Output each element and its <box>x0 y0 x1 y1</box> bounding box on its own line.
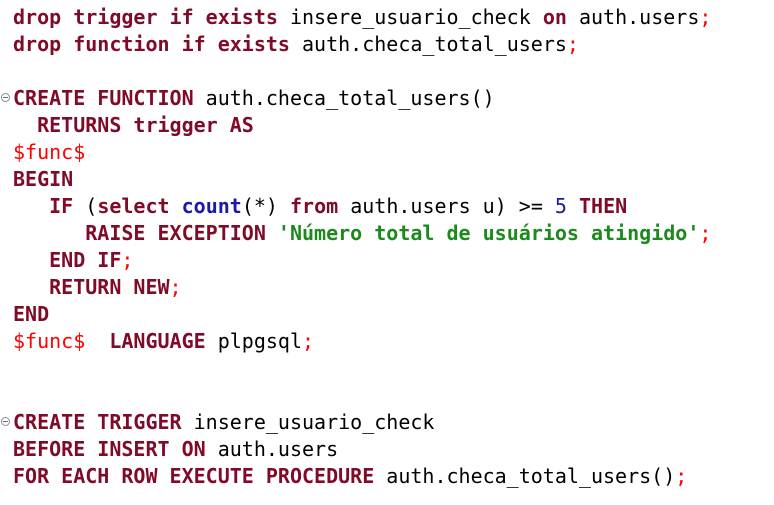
code-token: (*) <box>241 194 290 218</box>
code-token: $func$ <box>13 329 86 353</box>
code-line[interactable]: END IF; <box>0 247 774 274</box>
code-line[interactable]: END <box>0 301 774 328</box>
code-line[interactable]: RAISE EXCEPTION 'Número total de usuário… <box>0 220 774 247</box>
code-line[interactable] <box>0 58 774 85</box>
code-token: CREATE TRIGGER <box>13 410 182 434</box>
code-token: ; <box>675 464 688 488</box>
code-token: 5 <box>554 194 567 218</box>
code-token: ; <box>169 275 182 299</box>
collapse-icon[interactable] <box>1 417 10 426</box>
code-token: auth.checa_total_users <box>289 32 567 56</box>
code-token: RAISE EXCEPTION <box>85 221 266 245</box>
sql-editor[interactable]: drop trigger if exists insere_usuario_ch… <box>0 0 774 505</box>
code-line[interactable]: RETURN NEW; <box>0 274 774 301</box>
code-line[interactable]: BEGIN <box>0 166 774 193</box>
code-line[interactable]: IF (select count(*) from auth.users u) >… <box>0 193 774 220</box>
code-line[interactable]: RETURNS trigger AS <box>0 112 774 139</box>
code-token: 'Número total de usuários atingido' <box>277 221 700 245</box>
code-token: insere_usuario_check <box>277 5 543 29</box>
code-token: BEFORE INSERT ON <box>13 437 206 461</box>
code-line[interactable]: CREATE FUNCTION auth.checa_total_users() <box>0 85 774 112</box>
code-token: auth.checa_total_users() <box>193 86 495 110</box>
code-line[interactable] <box>0 382 774 409</box>
code-line[interactable]: $func$ LANGUAGE plpgsql; <box>0 328 774 355</box>
code-token: count <box>181 194 242 218</box>
code-token: ( <box>73 194 98 218</box>
code-token: END IF <box>49 248 122 272</box>
code-token: auth.checa_total_users() <box>374 464 676 488</box>
code-token: auth.users u) >= <box>338 194 555 218</box>
code-line[interactable] <box>0 355 774 382</box>
code-token: on <box>542 5 567 29</box>
code-token: $func$ <box>13 140 86 164</box>
code-token: drop function if exists <box>13 32 290 56</box>
code-token: ; <box>699 5 712 29</box>
code-line[interactable]: $func$ <box>0 139 774 166</box>
code-line[interactable]: BEFORE INSERT ON auth.users <box>0 436 774 463</box>
code-token: from <box>290 194 339 218</box>
code-token: select <box>97 194 170 218</box>
code-token: RETURN NEW <box>49 275 170 299</box>
code-token: auth.users <box>205 437 339 461</box>
code-line[interactable]: CREATE TRIGGER insere_usuario_check <box>0 409 774 436</box>
code-token: BEGIN <box>13 167 74 191</box>
code-token: drop trigger if exists <box>13 5 278 29</box>
code-token: RETURNS trigger AS <box>37 113 254 137</box>
code-line[interactable]: drop function if exists auth.checa_total… <box>0 31 774 58</box>
code-line[interactable]: FOR EACH ROW EXECUTE PROCEDURE auth.chec… <box>0 463 774 490</box>
code-token: plpgsql <box>205 329 302 353</box>
code-token: ; <box>699 221 712 245</box>
code-token: IF <box>49 194 74 218</box>
code-line[interactable]: drop trigger if exists insere_usuario_ch… <box>0 4 774 31</box>
code-token: END <box>13 302 50 326</box>
collapse-icon[interactable] <box>1 93 10 102</box>
code-token: ; <box>566 32 579 56</box>
code-token: CREATE FUNCTION <box>13 86 194 110</box>
code-token: insere_usuario_check <box>181 410 435 434</box>
code-token: ; <box>121 248 134 272</box>
code-token: LANGUAGE <box>109 329 206 353</box>
code-token: FOR EACH ROW EXECUTE PROCEDURE <box>13 464 375 488</box>
code-token: ; <box>302 329 315 353</box>
code-token: THEN <box>579 194 628 218</box>
code-token: auth.users <box>566 5 700 29</box>
